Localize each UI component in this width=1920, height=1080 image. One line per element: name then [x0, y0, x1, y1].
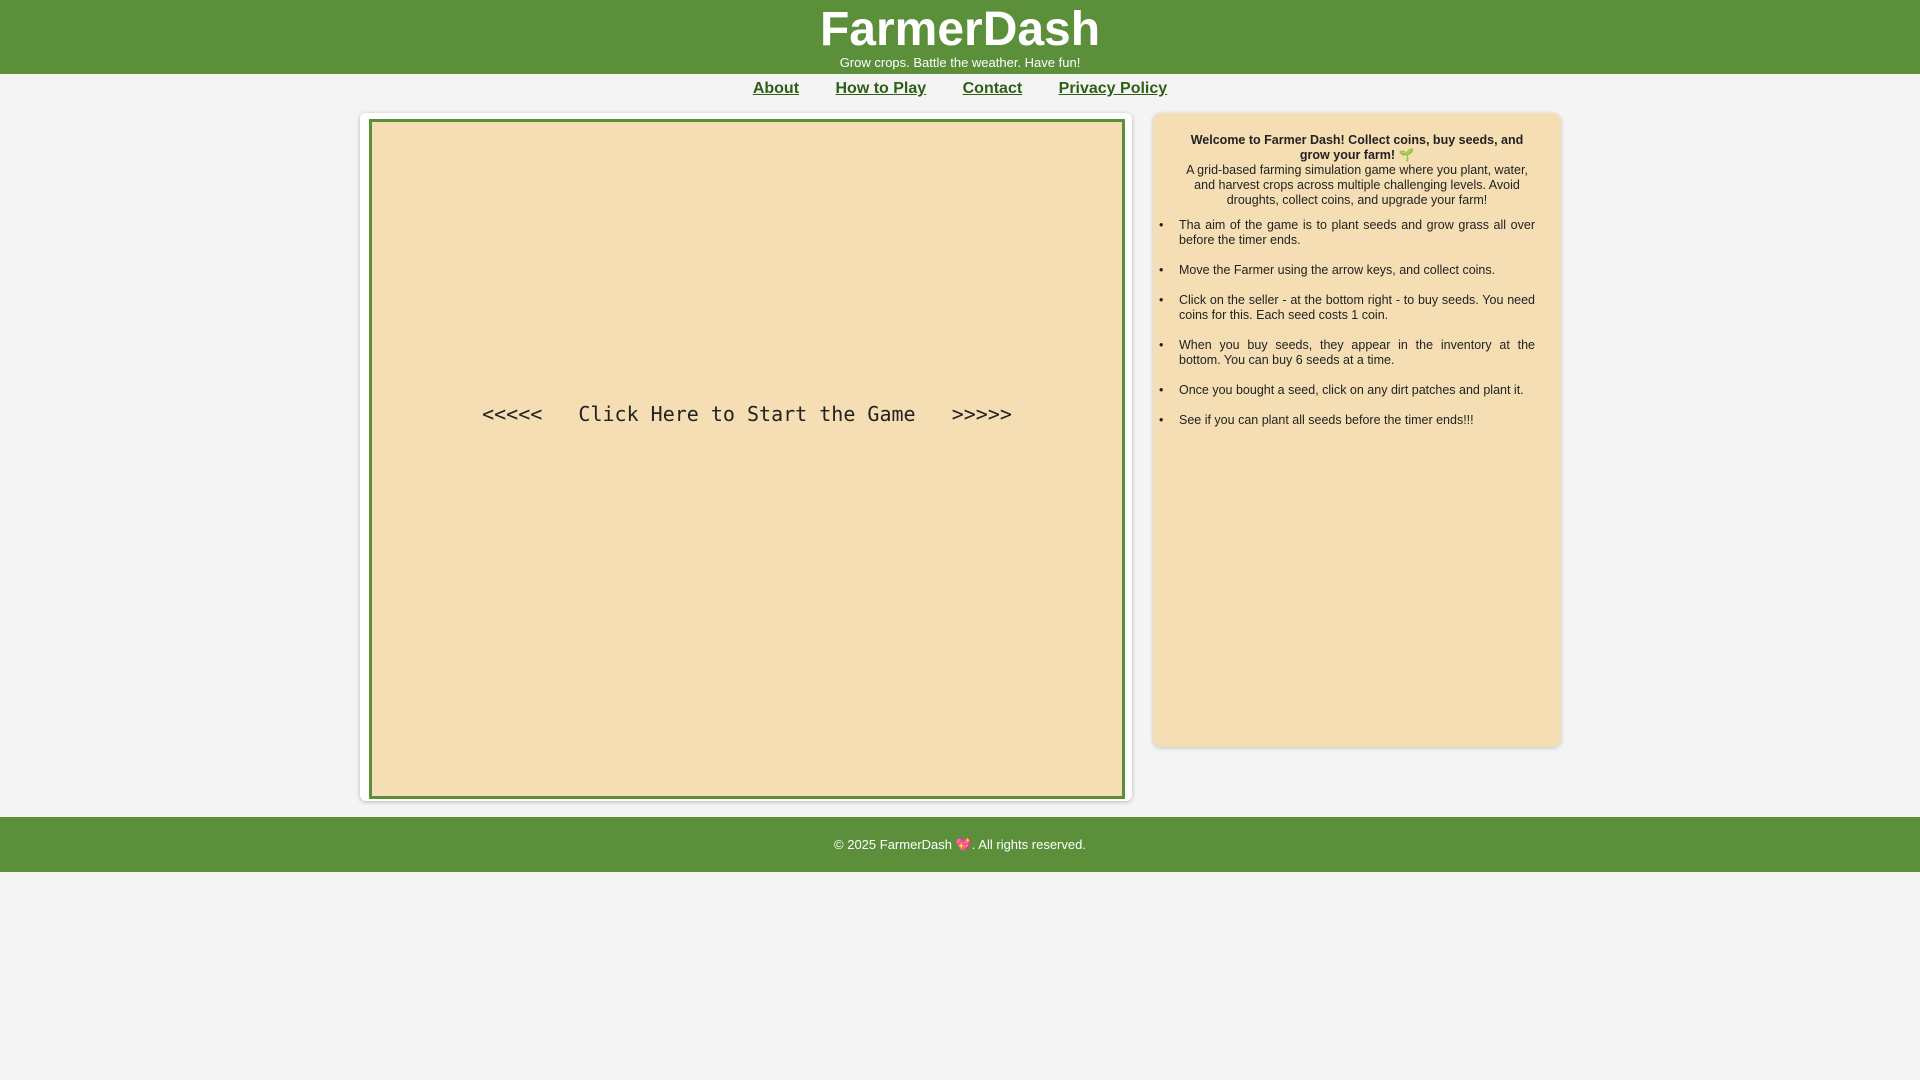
site-tagline: Grow crops. Battle the weather. Have fun…	[839, 55, 1081, 70]
nav-link-how-to-play[interactable]: How to Play	[835, 80, 926, 98]
rule-item: Move the Farmer using the arrow keys, an…	[1159, 263, 1535, 278]
start-game-prompt[interactable]: <<<<< Click Here to Start the Game >>>>>	[372, 402, 1122, 426]
rule-item: When you buy seeds, they appear in the i…	[1159, 338, 1535, 368]
footer-rights: . All rights reserved.	[971, 837, 1086, 852]
nav-link-contact[interactable]: Contact	[963, 80, 1023, 98]
main-content: <<<<< Click Here to Start the Game >>>>>…	[0, 108, 1920, 846]
site-header: FarmerDash Grow crops. Battle the weathe…	[0, 0, 1920, 74]
game-canvas[interactable]: <<<<< Click Here to Start the Game >>>>>	[369, 119, 1125, 799]
nav-link-privacy-policy[interactable]: Privacy Policy	[1059, 80, 1168, 98]
footer-copyright: © 2025 FarmerDash	[834, 837, 956, 852]
site-footer: © 2025 FarmerDash 💖. All rights reserved…	[0, 817, 1920, 872]
main-nav: About How to Play Contact Privacy Policy	[0, 74, 1920, 108]
info-panel: Welcome to Farmer Dash! Collect coins, b…	[1153, 113, 1561, 747]
rule-item: Click on the seller - at the bottom righ…	[1159, 293, 1535, 323]
rules-list: Tha aim of the game is to plant seeds an…	[1159, 218, 1535, 428]
rule-item: See if you can plant all seeds before th…	[1159, 413, 1535, 428]
rule-item: Once you bought a seed, click on any dir…	[1159, 383, 1535, 398]
nav-link-about[interactable]: About	[753, 80, 799, 98]
site-title: FarmerDash	[819, 3, 1101, 56]
game-container: <<<<< Click Here to Start the Game >>>>>	[360, 113, 1132, 801]
rule-item: Tha aim of the game is to plant seeds an…	[1159, 218, 1535, 248]
heart-icon: 💖	[955, 837, 972, 852]
game-description: A grid-based farming simulation game whe…	[1186, 163, 1528, 207]
welcome-text: Welcome to Farmer Dash! Collect coins, b…	[1190, 133, 1524, 162]
